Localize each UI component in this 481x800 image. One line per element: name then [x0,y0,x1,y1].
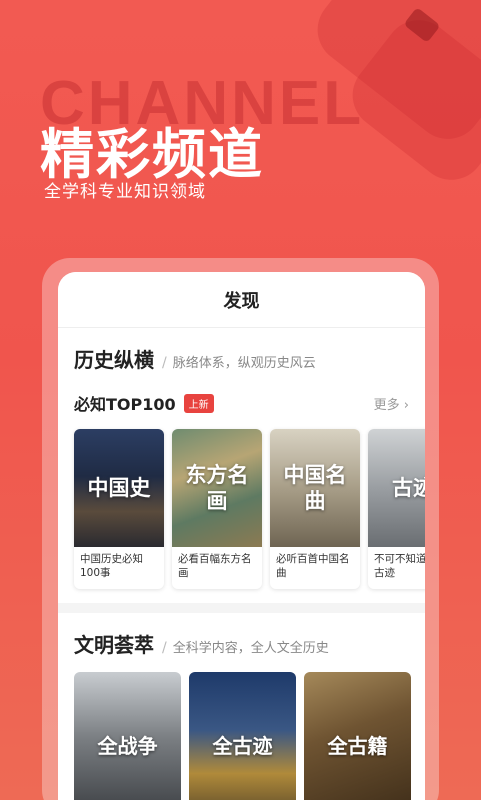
civilization-section: 文明荟萃 / 全科学内容，全人文全历史 全战争 全古迹 全古籍 [58,613,425,800]
card-image: 中国史 [74,429,164,547]
card-image-text: 全战争 [97,734,158,758]
card-image-text: 古迹 [392,474,425,500]
history-section: 历史纵横 / 脉络体系，纵观历史风云 必知TOP100 上新 更多 › 中国史 … [58,328,425,603]
card-image: 中国名曲 [270,429,360,547]
card-image-text: 全古籍 [327,734,388,758]
section-title: 历史纵横 [74,348,154,372]
card-image-text: 中国名曲 [283,461,347,513]
history-card[interactable]: 古迹 不可不知道百大古迹 [368,429,425,589]
civilization-card[interactable]: 全古籍 [304,672,411,800]
card-caption: 不可不知道百大古迹 [374,553,425,580]
civilization-card[interactable]: 全战争 [74,672,181,800]
section-subtitle: 脉络体系，纵观历史风云 [172,356,316,371]
history-card[interactable]: 中国名曲 必听百首中国名曲 [270,429,360,589]
section-header: 文明荟萃 / 全科学内容，全人文全历史 [74,629,425,658]
civilization-card-list: 全战争 全古迹 全古籍 [74,672,425,800]
card-image: 东方名画 [172,429,262,547]
page-title: 发现 [223,290,260,312]
section-divider: / [162,640,167,656]
top100-title: 必知TOP100 [74,395,176,414]
section-subtitle: 全科学内容，全人文全历史 [172,641,329,656]
civilization-card[interactable]: 全古迹 [189,672,296,800]
history-card[interactable]: 东方名画 必看百幅东方名画 [172,429,262,589]
card-caption: 必听百首中国名曲 [276,553,350,580]
card-image-text: 东方名画 [185,461,249,513]
card-caption: 必看百幅东方名画 [178,553,252,580]
more-link[interactable]: 更多 › [374,394,409,413]
section-title: 文明荟萃 [74,633,154,657]
card-image-text: 全古迹 [212,734,273,758]
hero-subtitle: 全学科专业知识领域 [44,182,206,202]
history-card[interactable]: 中国史 中国历史必知100事 [74,429,164,589]
card-image-text: 中国史 [87,474,151,500]
new-badge: 上新 [183,393,214,413]
card-caption: 中国历史必知100事 [80,553,143,580]
history-card-list: 中国史 中国历史必知100事 东方名画 必看百幅东方名画 中国名曲 必听百首中国… [74,429,425,589]
section-header: 历史纵横 / 脉络体系，纵观历史风云 [74,344,425,373]
top100-row: 必知TOP100 上新 更多 › [74,391,425,415]
card-image: 古迹 [368,429,425,547]
section-divider: / [162,355,167,371]
app-screen: 发现 历史纵横 / 脉络体系，纵观历史风云 必知TOP100 上新 更多 › 中… [58,272,425,800]
nav-bar: 发现 [58,272,425,328]
